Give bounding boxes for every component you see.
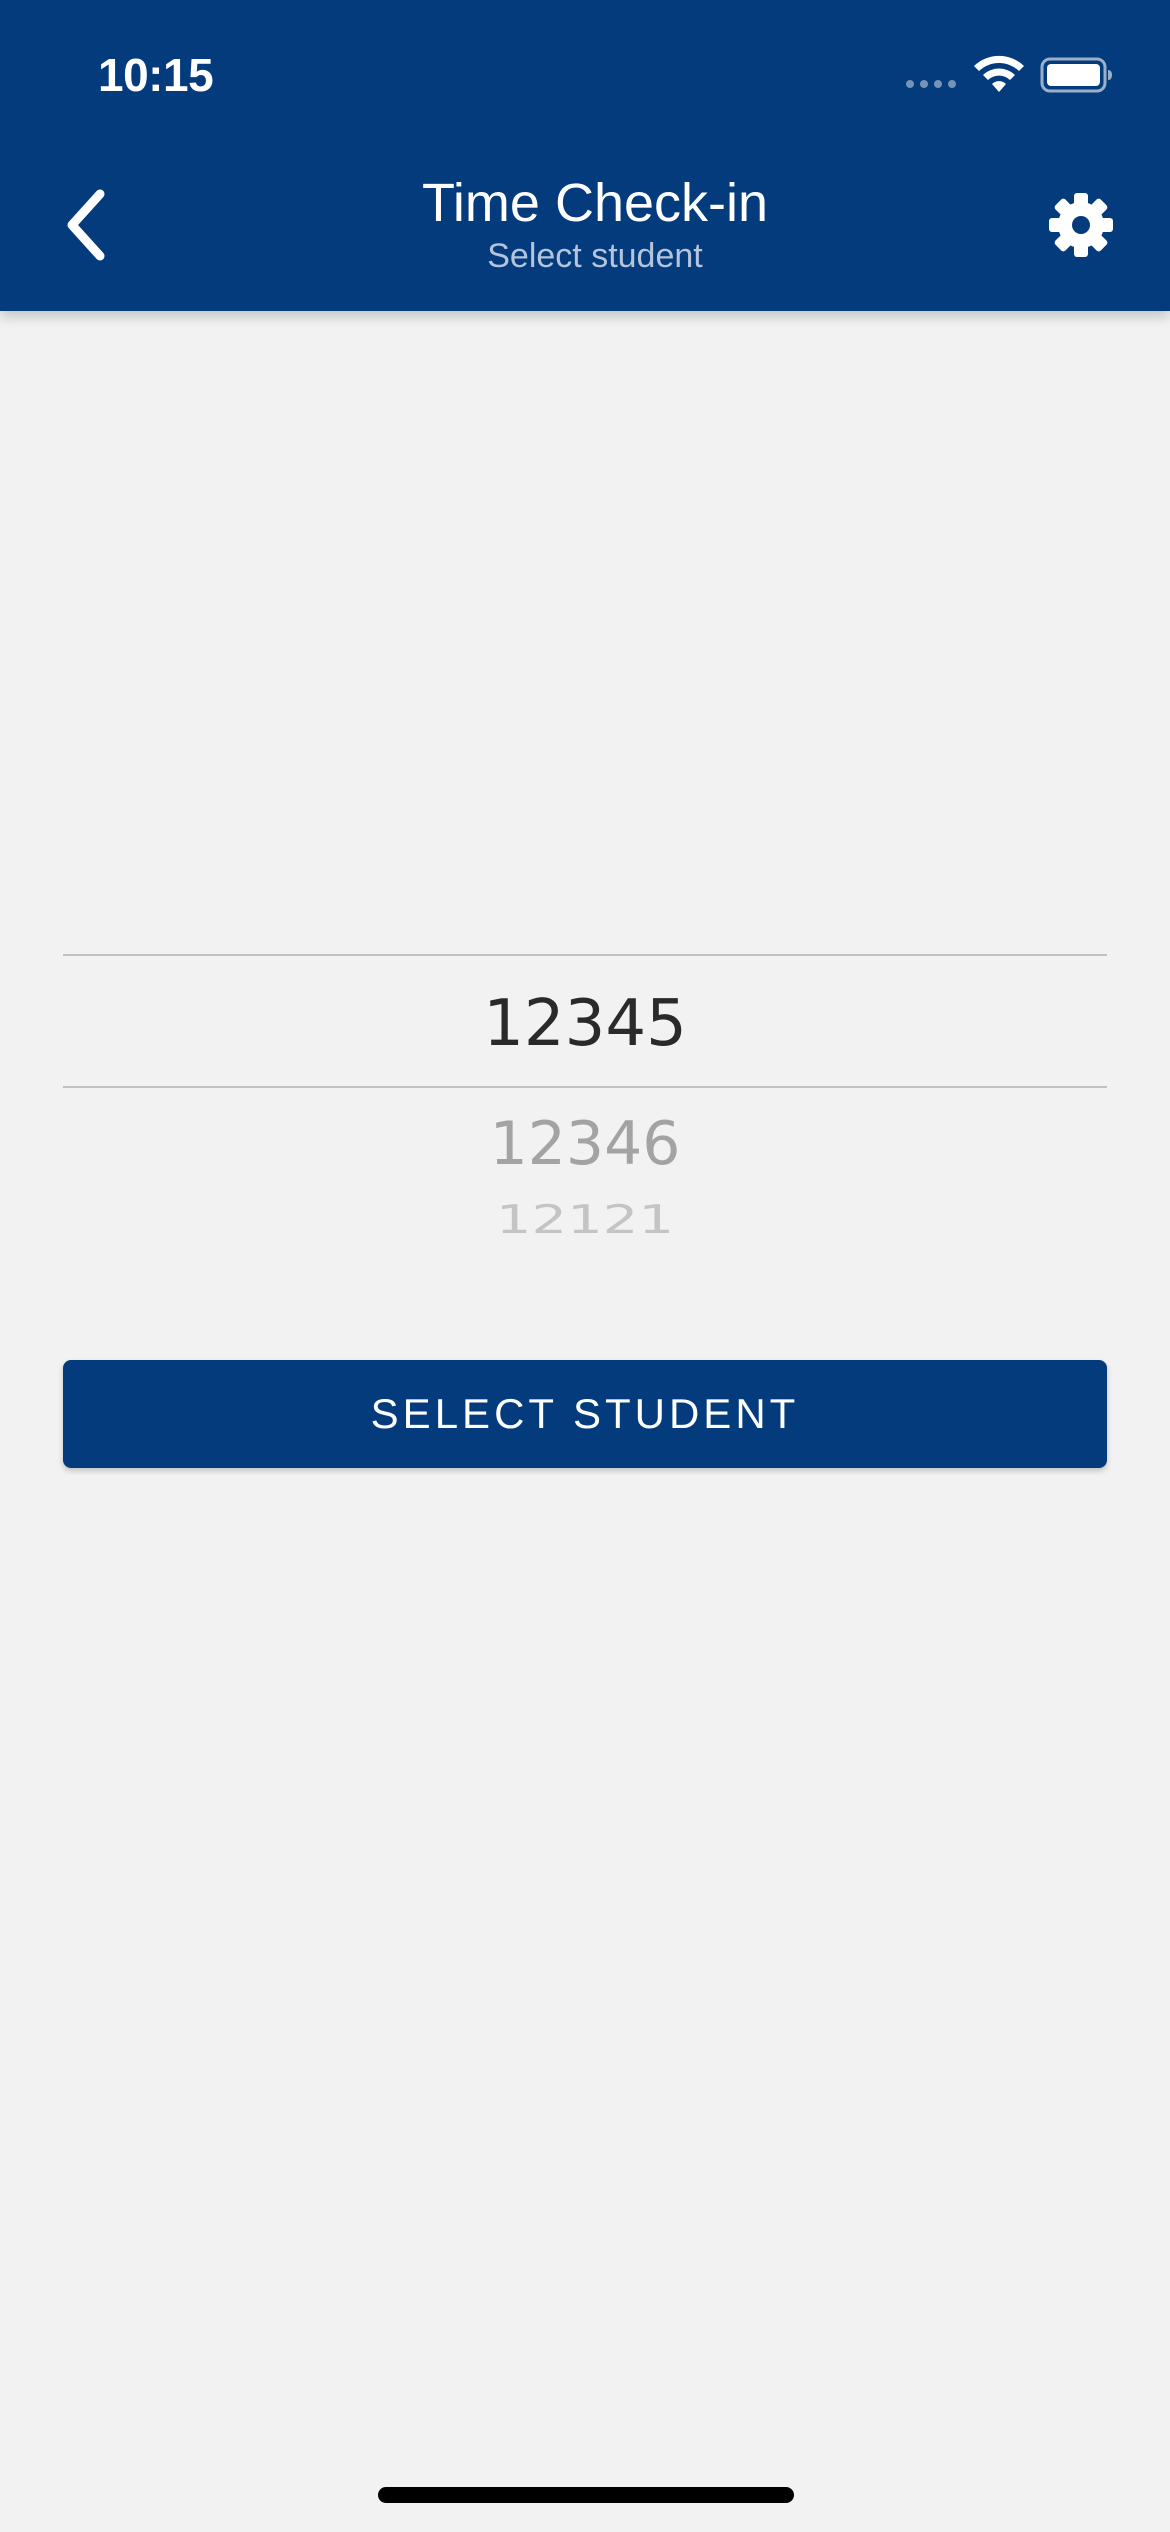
student-picker[interactable]: 12345 12346 12121	[63, 954, 1107, 1254]
picker-option-selected[interactable]: 12345	[63, 984, 1107, 1064]
page-title: Time Check-in	[421, 173, 769, 233]
picker-option[interactable]: 12121	[63, 1196, 1107, 1245]
status-bar-time: 10:15	[98, 49, 214, 101]
wifi-icon	[974, 55, 1024, 92]
home-indicator[interactable]	[378, 2487, 794, 2503]
gear-icon	[1049, 193, 1113, 257]
picker-top-divider	[63, 954, 1107, 956]
picker-option[interactable]: 12346	[63, 1106, 1107, 1182]
picker-bottom-divider	[63, 1086, 1107, 1088]
select-student-button[interactable]: SELECT STUDENT	[63, 1360, 1107, 1468]
settings-button[interactable]	[1048, 192, 1114, 258]
cellular-signal-icon	[906, 80, 956, 88]
page-subtitle: Select student	[487, 237, 703, 275]
battery-icon	[1040, 57, 1112, 93]
app-header: 10:15 Time Check-in Select student	[0, 0, 1170, 311]
